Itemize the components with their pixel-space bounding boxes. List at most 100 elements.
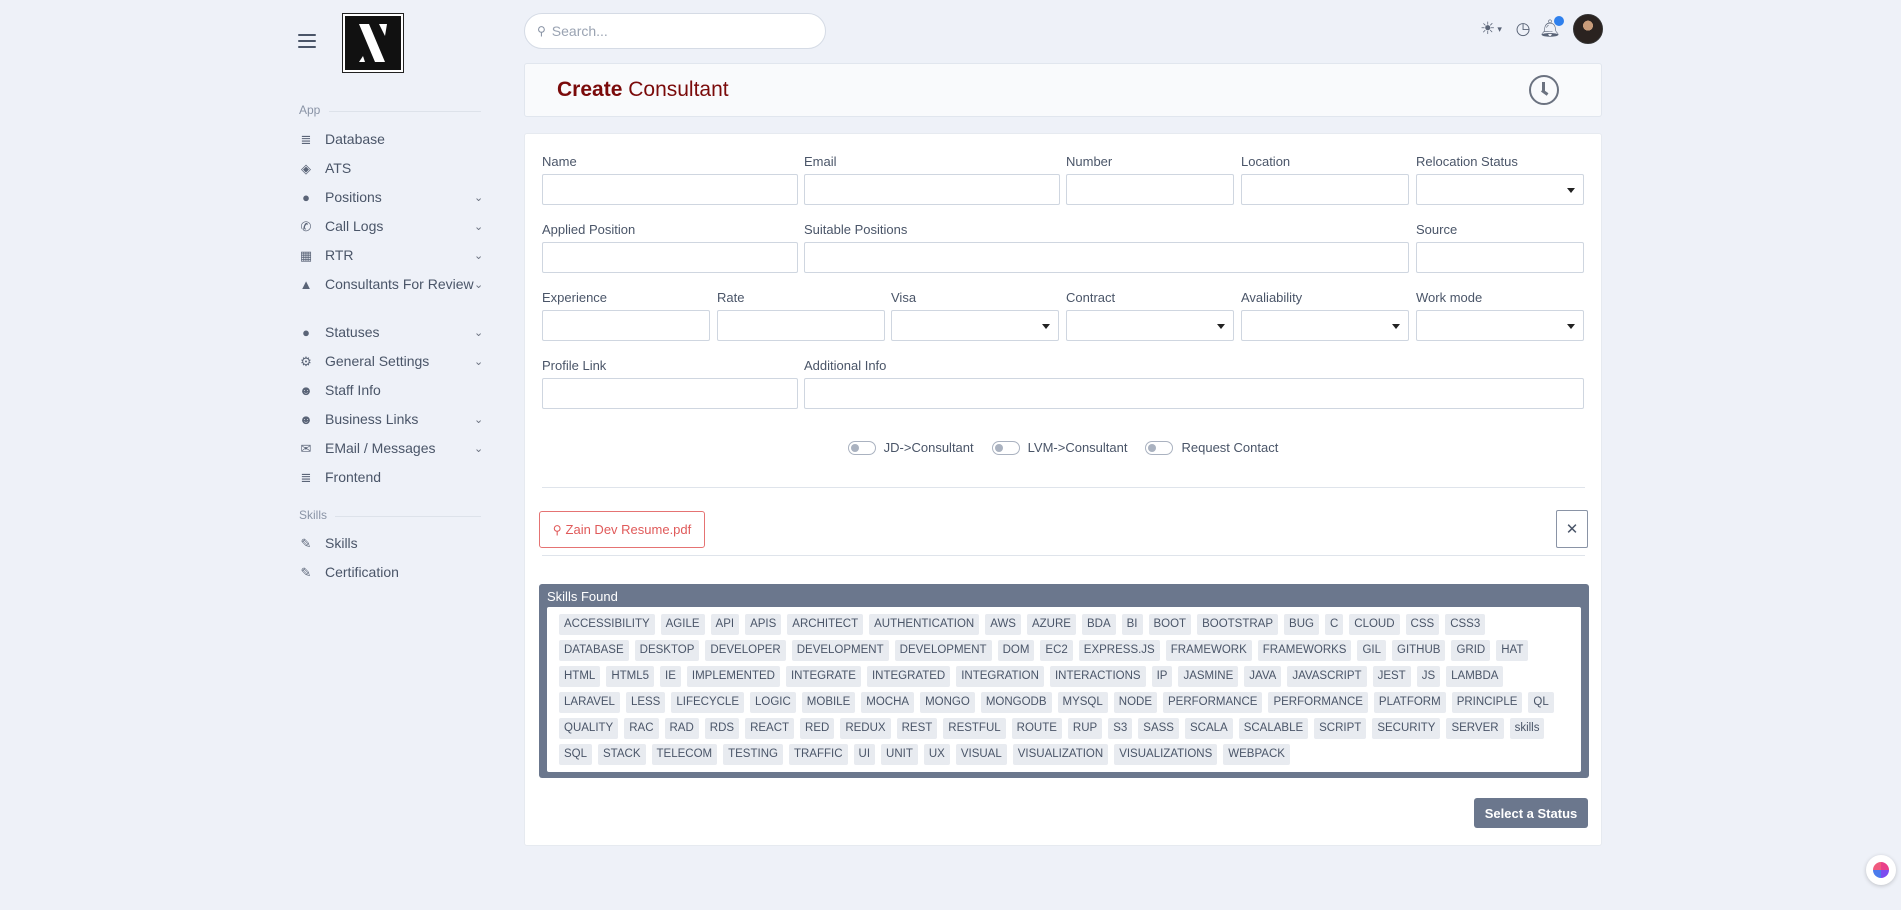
- database-icon: ≣: [300, 131, 312, 147]
- work-mode-select[interactable]: [1416, 310, 1584, 341]
- location-field: Location: [1241, 154, 1409, 205]
- name-input[interactable]: [542, 174, 798, 205]
- sidebar: App ≣ Database ◈ ATS ● Positions ⌄ ✆ Cal…: [290, 0, 490, 910]
- rate-field: Rate: [717, 290, 885, 341]
- remove-attachment-button[interactable]: ✕: [1556, 510, 1588, 548]
- select-status-button[interactable]: Select a Status: [1474, 798, 1588, 828]
- chevron-down-icon: ⌄: [474, 221, 484, 233]
- skill-tag: SECURITY: [1372, 718, 1441, 739]
- wrench-icon: ✎: [300, 535, 312, 551]
- suitable-positions-input[interactable]: [804, 242, 1409, 273]
- skill-tag: EXPRESS.JS: [1078, 640, 1160, 661]
- additional-info-field: Additional Info: [804, 358, 1584, 409]
- skill-tag: TRAFFIC: [788, 744, 848, 765]
- search-input[interactable]: ⚲ Search...: [524, 13, 826, 49]
- user-icon: ●: [302, 324, 310, 340]
- toggle-lvm-consultant[interactable]: LVM->Consultant: [991, 440, 1127, 455]
- skill-tag: HAT: [1496, 640, 1529, 661]
- menu-toggle-button[interactable]: [298, 34, 316, 48]
- wrench-icon: ✎: [300, 564, 312, 580]
- skill-tag: AGILE: [660, 614, 705, 635]
- sidebar-item-database[interactable]: ≣ Database: [299, 130, 484, 149]
- number-input[interactable]: [1066, 174, 1234, 205]
- rate-input[interactable]: [717, 310, 885, 341]
- brand-logo[interactable]: [342, 13, 404, 73]
- paperclip-icon: ⚲: [552, 522, 562, 537]
- notifications-button[interactable]: 🔔︎: [1539, 14, 1564, 44]
- sidebar-item-statuses[interactable]: ● Statuses ⌄: [299, 323, 484, 342]
- skill-tag: BDA: [1081, 614, 1116, 635]
- sidebar-item-business-links[interactable]: ☻ Business Links ⌄: [299, 410, 484, 429]
- location-input[interactable]: [1241, 174, 1409, 205]
- sidebar-item-general-settings[interactable]: ⚙ General Settings ⌄: [299, 352, 484, 371]
- experience-input[interactable]: [542, 310, 710, 341]
- sidebar-item-skills[interactable]: ✎ Skills: [299, 534, 484, 553]
- chevron-down-icon: ⌄: [474, 356, 484, 368]
- skills-row: SQL STACK TELECOM TESTING TRAFFIC UI UNIT UX VIS…: [559, 744, 1569, 765]
- additional-info-input[interactable]: [804, 378, 1584, 409]
- skill-tag: PLATFORM: [1373, 692, 1446, 713]
- email-input[interactable]: [804, 174, 1060, 205]
- sidebar-item-ats[interactable]: ◈ ATS: [299, 159, 484, 178]
- skill-tag: DATABASE: [559, 640, 629, 661]
- skill-tag: VISUALIZATION: [1012, 744, 1109, 765]
- theme-toggle-button[interactable]: ☀ ▾: [1475, 14, 1507, 44]
- skill-tag: TESTING: [723, 744, 783, 765]
- skill-tag: RAC: [624, 718, 659, 739]
- skill-tag: MOBILE: [801, 692, 856, 713]
- skill-tag: GRID: [1451, 640, 1491, 661]
- sidebar-item-certification[interactable]: ✎ Certification: [299, 563, 484, 582]
- skills-row: DATABASE DESKTOP DEVELOPER DEVELOPMENT DEVEL…: [559, 640, 1569, 661]
- contract-select[interactable]: [1066, 310, 1234, 341]
- toggle-switch[interactable]: [991, 440, 1020, 455]
- skill-tag: DEVELOPMENT: [894, 640, 992, 661]
- skill-tag: RAD: [664, 718, 699, 739]
- sidebar-item-rtr[interactable]: ▦ RTR ⌄: [299, 246, 484, 265]
- sidebar-item-frontend[interactable]: ≣ Frontend: [299, 468, 484, 487]
- relocation-status-field: Relocation Status: [1416, 154, 1584, 205]
- toggle-request-contact[interactable]: Request Contact: [1145, 440, 1278, 455]
- calendar-icon: ▦: [299, 247, 313, 263]
- chevron-down-icon: ⌄: [474, 327, 484, 339]
- skill-tag: PERFORMANCE: [1163, 692, 1263, 713]
- skill-tag: ARCHITECT: [787, 614, 864, 635]
- user-icon: ●: [302, 189, 310, 205]
- skill-tag: LESS: [625, 692, 666, 713]
- skill-tag: HTML5: [606, 666, 655, 687]
- contract-field: Contract: [1066, 290, 1234, 341]
- availability-select[interactable]: [1241, 310, 1409, 341]
- skill-tag: PERFORMANCE: [1268, 692, 1368, 713]
- resume-attachment[interactable]: ⚲ Zain Dev Resume.pdf: [539, 511, 705, 548]
- source-input[interactable]: [1416, 242, 1584, 273]
- clock-icon[interactable]: [1529, 75, 1559, 105]
- applied-position-input[interactable]: [542, 242, 798, 273]
- skill-tag: DEVELOPMENT: [791, 640, 889, 661]
- avatar: [1573, 14, 1603, 44]
- relocation-status-select[interactable]: [1416, 174, 1584, 205]
- sidebar-item-positions[interactable]: ● Positions ⌄: [299, 188, 484, 207]
- skill-tag: JAVASCRIPT: [1287, 666, 1367, 687]
- skills-found-panel: Skills Found ACCESSIBILITY AGILE API APIS AR…: [539, 584, 1589, 778]
- user-menu-button[interactable]: [1572, 14, 1604, 44]
- skill-tag: C: [1324, 614, 1344, 635]
- toggle-jd-consultant[interactable]: JD->Consultant: [847, 440, 974, 455]
- skill-tag: CSS: [1405, 614, 1440, 635]
- toggle-switch[interactable]: [1145, 440, 1174, 455]
- sidebar-item-staff-info[interactable]: ☻ Staff Info: [299, 381, 484, 400]
- sidebar-item-email-messages[interactable]: ✉ EMail / Messages ⌄: [299, 439, 484, 458]
- skill-tag: PRINCIPLE: [1451, 692, 1523, 713]
- skill-tag: BOOTSTRAP: [1197, 614, 1279, 635]
- visa-select[interactable]: [891, 310, 1059, 341]
- gears-icon: ⚙: [300, 353, 312, 369]
- skills-row: QUALITY RAC RAD RDS REACT RED REDUX REST RESTFUL…: [559, 718, 1569, 739]
- skill-tag: DEVELOPER: [705, 640, 786, 661]
- sun-icon: ☀: [1480, 19, 1496, 38]
- sidebar-item-call-logs[interactable]: ✆ Call Logs ⌄: [299, 217, 484, 236]
- skills-row: ACCESSIBILITY AGILE API APIS ARCHITECT AUTHEN…: [559, 614, 1569, 635]
- profile-link-input[interactable]: [542, 378, 798, 409]
- top-icons: ☀ ▾ ◷ 🔔︎: [1475, 14, 1605, 44]
- history-button[interactable]: ◷: [1513, 14, 1533, 44]
- sidebar-item-consultants-for-review[interactable]: ▲ Consultants For Review ⌄: [299, 275, 484, 294]
- assistant-launcher-button[interactable]: [1866, 855, 1896, 885]
- toggle-switch[interactable]: [847, 440, 876, 455]
